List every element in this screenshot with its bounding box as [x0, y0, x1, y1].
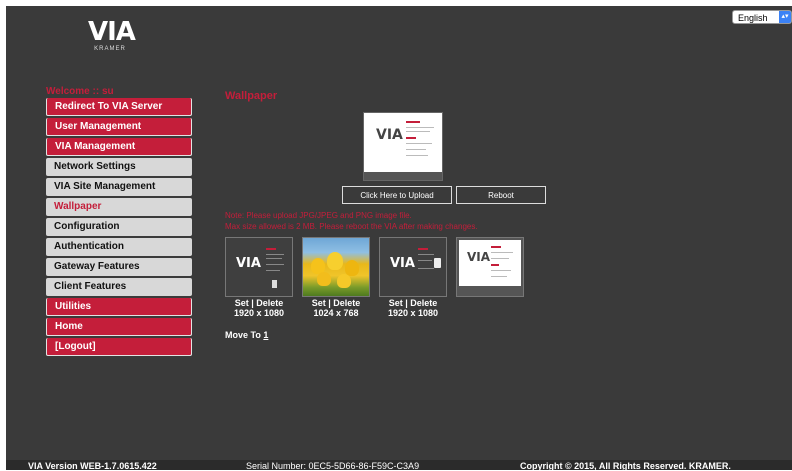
language-value: English: [738, 13, 768, 23]
thumbnail-size: 1920 x 1080: [387, 308, 439, 318]
set-wallpaper-link[interactable]: Set: [235, 298, 249, 308]
current-wallpaper-preview: VIA: [363, 112, 443, 181]
nav-home[interactable]: Home: [46, 318, 192, 336]
footer: VIA Version WEB-1.7.0615.422 Serial Numb…: [6, 460, 792, 471]
thumbnail-size: 1024 x 768: [313, 308, 359, 318]
reboot-button[interactable]: Reboot: [456, 186, 546, 204]
thumbnail-caption: Set | Delete 1024 x 768: [311, 298, 361, 318]
note-line-1: Note: Please upload JPG/JPEG and PNG ima…: [225, 211, 412, 220]
move-to-pagination: Move To 1: [225, 330, 268, 340]
nav-client-features[interactable]: Client Features: [46, 278, 192, 296]
upload-button[interactable]: Click Here to Upload: [342, 186, 452, 204]
nav-logout[interactable]: [Logout]: [46, 338, 192, 356]
nav-user-management[interactable]: User Management: [46, 118, 192, 136]
nav-configuration[interactable]: Configuration: [46, 218, 192, 236]
page-link-1[interactable]: 1: [263, 330, 268, 340]
nav-gateway-features[interactable]: Gateway Features: [46, 258, 192, 276]
nav-network-settings[interactable]: Network Settings: [46, 158, 192, 176]
thumbnail-caption: Set | Delete 1920 x 1080: [233, 298, 285, 318]
nav-via-site-management[interactable]: VIA Site Management: [46, 178, 192, 196]
wallpaper-thumbnail[interactable]: VIA: [379, 237, 447, 297]
version-text: VIA Version WEB-1.7.0615.422: [28, 461, 157, 471]
nav-wallpaper[interactable]: Wallpaper: [46, 198, 192, 216]
delete-wallpaper-link[interactable]: Delete: [410, 298, 437, 308]
copyright-text: Copyright © 2015, All Rights Reserved. K…: [520, 461, 731, 471]
set-wallpaper-link[interactable]: Set: [312, 298, 326, 308]
nav-utilities[interactable]: Utilities: [46, 298, 192, 316]
upload-note: Note: Please upload JPG/JPEG and PNG ima…: [225, 210, 478, 232]
app-window: English ▴▾ VIA KRAMER Welcome :: su Redi…: [6, 6, 792, 471]
delete-wallpaper-link[interactable]: Delete: [333, 298, 360, 308]
via-logo: VIA KRAMER: [88, 17, 136, 58]
note-line-2: Max size allowed is 2 MB. Please reboot …: [225, 222, 478, 231]
serial-number: Serial Number: 0EC5-5D66-86-F59C-C3A9: [246, 461, 420, 471]
nav-via-management[interactable]: VIA Management: [46, 138, 192, 156]
thumbnail-size: 1920 x 1080: [233, 308, 285, 318]
delete-wallpaper-link[interactable]: Delete: [256, 298, 283, 308]
logo-subtext: KRAMER: [94, 46, 126, 52]
move-to-label: Move To: [225, 330, 261, 340]
page-title: Wallpaper: [225, 90, 278, 102]
wallpaper-thumbnail[interactable]: VIA: [225, 237, 293, 297]
welcome-text: Welcome :: su: [46, 86, 114, 97]
nav-authentication[interactable]: Authentication: [46, 238, 192, 256]
logo-text: VIA: [88, 17, 136, 47]
sidebar-nav: Redirect To VIA Server User Management V…: [46, 98, 192, 358]
thumbnail-caption: Set | Delete 1920 x 1080: [387, 298, 439, 318]
wallpaper-thumbnail-current[interactable]: VIA: [456, 237, 524, 297]
chevron-updown-icon: ▴▾: [779, 11, 791, 23]
wallpaper-thumbnail[interactable]: [302, 237, 370, 297]
set-wallpaper-link[interactable]: Set: [389, 298, 403, 308]
language-select[interactable]: English ▴▾: [732, 10, 792, 24]
nav-redirect-to-via-server[interactable]: Redirect To VIA Server: [46, 98, 192, 116]
